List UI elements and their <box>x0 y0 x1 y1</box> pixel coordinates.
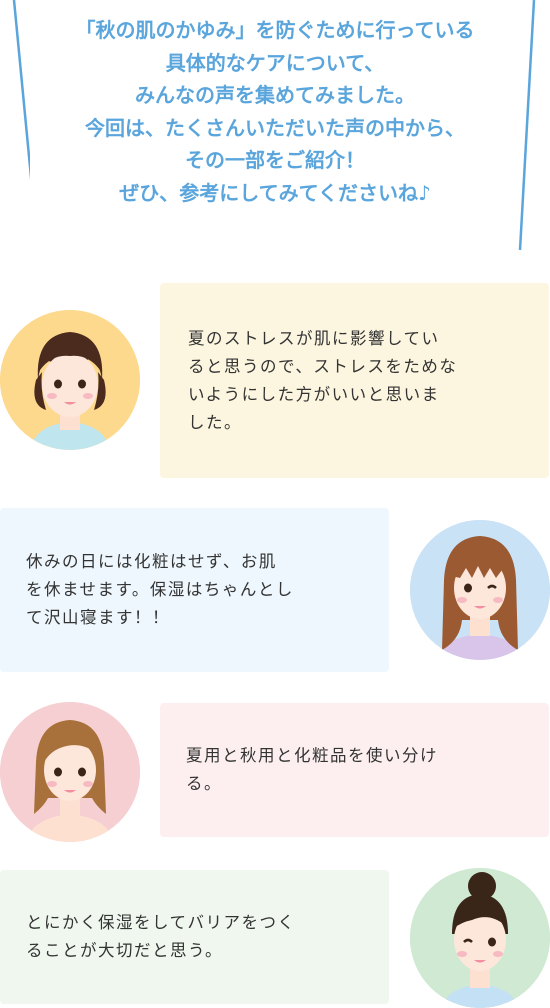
comment-bubble: とにかく保湿をしてバリアをつく ることが大切だと思う。 <box>0 870 389 1004</box>
intro-line: 今回は、たくさんいただいた声の中から、 <box>85 115 465 140</box>
comment-bubble: 休みの日には化粧はせず、お肌 を休ませます。保湿はちゃんとし て沢山寝ます！！ <box>0 508 389 672</box>
comment-text: 休みの日には化粧はせず、お肌 を休ませます。保湿はちゃんとし て沢山寝ます！！ <box>26 552 294 627</box>
comment-text: とにかく保湿をしてバリアをつく ることが大切だと思う。 <box>26 913 296 960</box>
intro-line: ぜひ、参考にしてみてくださいね♪ <box>119 180 431 205</box>
comment-text: 夏用と秋用と化粧品を使い分け る。 <box>186 746 438 793</box>
right-bracket-line <box>518 0 536 251</box>
woman-bun-hair-illustration <box>410 868 550 1008</box>
comment-text: 夏のストレスが肌に影響してい ると思うので、ストレスをためな いようにした方がい… <box>188 328 458 432</box>
intro-line: みんなの声を集めてみました。 <box>135 83 415 107</box>
intro-text: 「秋の肌のかゆみ」を防ぐために行っている 具体的なケアについて、 みんなの声を集… <box>40 14 510 209</box>
intro-section: 「秋の肌のかゆみ」を防ぐために行っている 具体的なケアについて、 みんなの声を集… <box>0 0 550 260</box>
comment-bubble: 夏のストレスが肌に影響してい ると思うので、ストレスをためな いようにした方がい… <box>160 283 549 478</box>
avatar-woman-bun-hair <box>410 868 550 1008</box>
avatar-woman-bob-hair <box>0 702 140 842</box>
comment-bubble: 夏用と秋用と化粧品を使い分け る。 <box>160 703 549 837</box>
intro-line: 具体的なケアについて、 <box>165 50 385 75</box>
woman-bob-hair-illustration <box>0 702 140 842</box>
woman-long-hair-illustration <box>410 520 550 660</box>
avatar-woman-short-hair <box>0 310 140 450</box>
woman-short-hair-illustration <box>0 310 140 450</box>
avatar-woman-long-hair <box>410 520 550 660</box>
intro-line: 「秋の肌のかゆみ」を防ぐために行っている <box>75 18 475 42</box>
intro-line: その一部をご紹介！ <box>185 148 365 172</box>
left-bracket-line <box>12 0 30 180</box>
